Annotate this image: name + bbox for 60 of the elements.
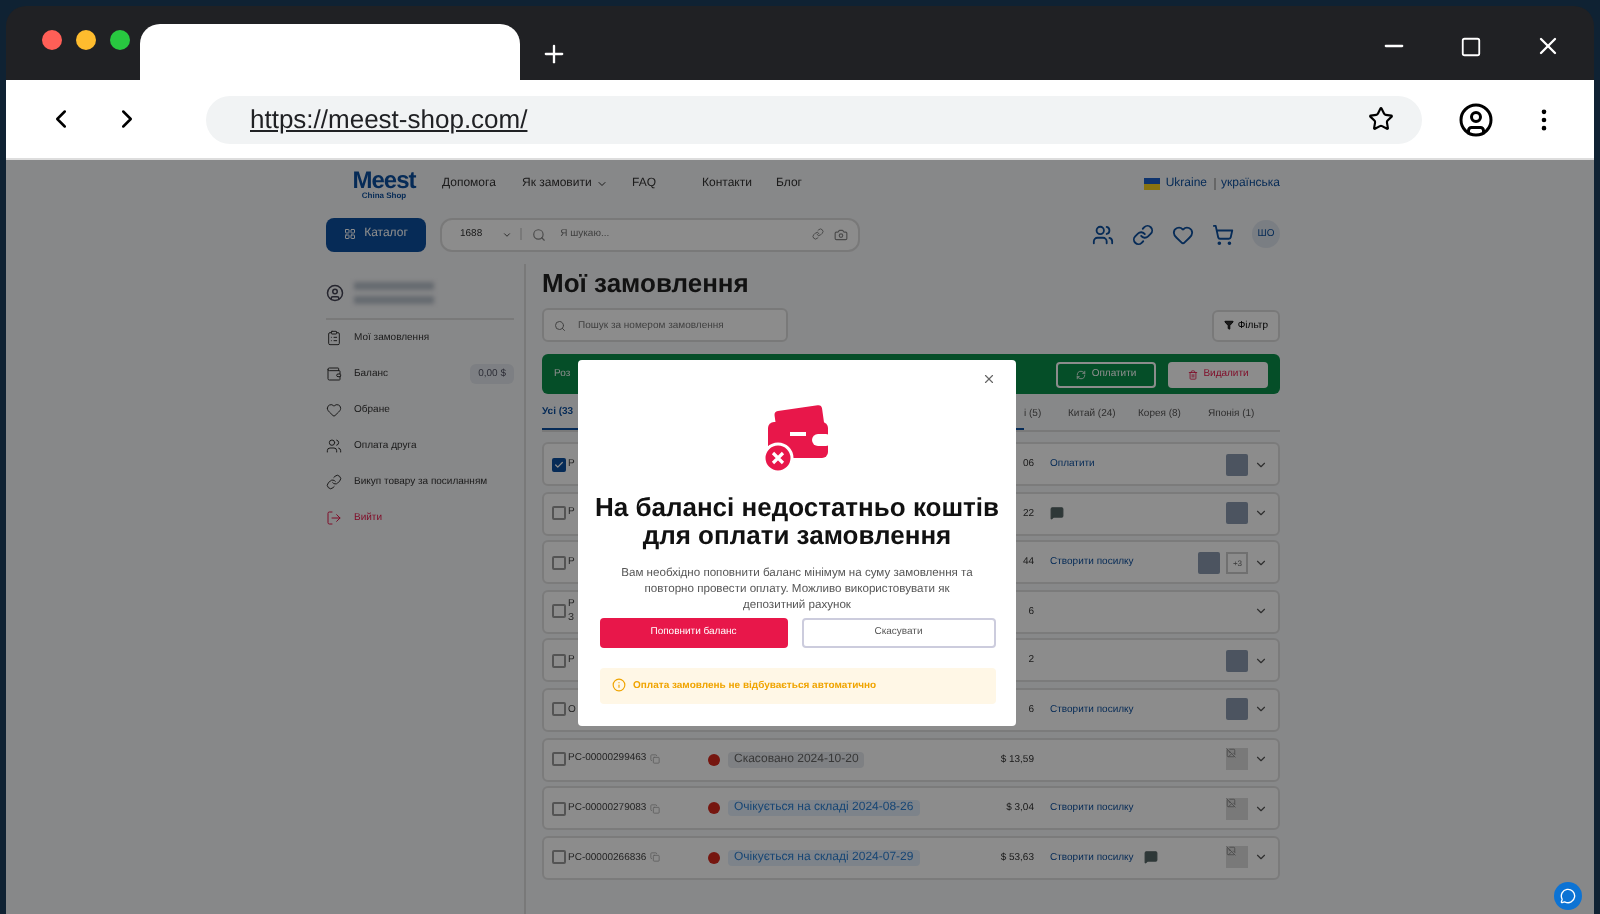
refresh-icon [1075, 369, 1086, 379]
checkbox[interactable] [552, 801, 566, 816]
star-icon[interactable] [1368, 106, 1394, 132]
filter-icon [1223, 320, 1234, 330]
users-icon[interactable] [1092, 223, 1114, 245]
round-flag-icon [708, 802, 720, 815]
expand-icon[interactable] [1254, 555, 1268, 570]
heart-icon[interactable] [1172, 223, 1194, 245]
logo-text[interactable]: Meest [352, 168, 416, 192]
close-button[interactable] [982, 372, 996, 386]
checkbox[interactable] [552, 702, 566, 717]
expand-icon[interactable] [1254, 801, 1268, 816]
expand-icon[interactable] [1254, 702, 1268, 717]
checkbox[interactable] [552, 850, 566, 865]
grid-icon [344, 228, 357, 240]
search-icon [554, 319, 566, 331]
checkbox[interactable] [552, 555, 566, 570]
clipboard-icon [326, 330, 342, 346]
info-icon [611, 678, 625, 693]
address-bar[interactable]: https://meest-shop.com/ [206, 95, 1422, 143]
expand-icon[interactable] [1254, 457, 1268, 471]
close-icon[interactable] [1534, 32, 1562, 60]
search-icon [532, 227, 547, 241]
logout-icon [326, 510, 342, 526]
round-flag-icon [708, 753, 720, 766]
chat-icon[interactable] [1143, 850, 1158, 865]
checkbox[interactable] [552, 653, 566, 668]
modal-title: На балансі недостатньо коштів для оплати замовлення [592, 494, 1002, 552]
round-flag-icon [708, 851, 720, 864]
expand-icon[interactable] [1254, 506, 1268, 521]
minimize-dot[interactable] [76, 30, 96, 50]
chat-icon[interactable] [1050, 506, 1064, 521]
expand-icon[interactable] [1254, 850, 1268, 865]
checkbox[interactable] [552, 752, 566, 767]
link-icon[interactable] [1132, 223, 1154, 245]
maximize-dot[interactable] [110, 30, 130, 50]
users-icon [326, 438, 342, 454]
wallet-icon [326, 366, 342, 382]
expand-icon[interactable] [1254, 752, 1268, 767]
caret-icon [502, 229, 513, 239]
page-title: Мої замовлення [542, 266, 751, 302]
new-tab-icon[interactable] [540, 40, 568, 68]
trash-icon [1187, 369, 1198, 379]
link-icon[interactable] [812, 228, 824, 240]
user-icon [326, 284, 344, 302]
maximize-icon[interactable] [1460, 35, 1482, 57]
checkbox[interactable] [552, 604, 566, 619]
flag-icon [1143, 178, 1160, 190]
link-icon [326, 474, 342, 490]
checkbox[interactable] [552, 506, 566, 521]
heart-icon [326, 402, 342, 418]
expand-icon[interactable] [1254, 604, 1268, 619]
url-text: https://meest-shop.com/ [250, 104, 528, 134]
expand-icon[interactable] [1254, 653, 1268, 668]
profile-icon[interactable] [1458, 101, 1494, 137]
cart-icon[interactable] [1212, 223, 1234, 245]
camera-icon[interactable] [834, 227, 848, 241]
chat-button[interactable] [1554, 882, 1582, 910]
close-dot[interactable] [42, 30, 62, 50]
checkbox[interactable] [552, 457, 566, 471]
